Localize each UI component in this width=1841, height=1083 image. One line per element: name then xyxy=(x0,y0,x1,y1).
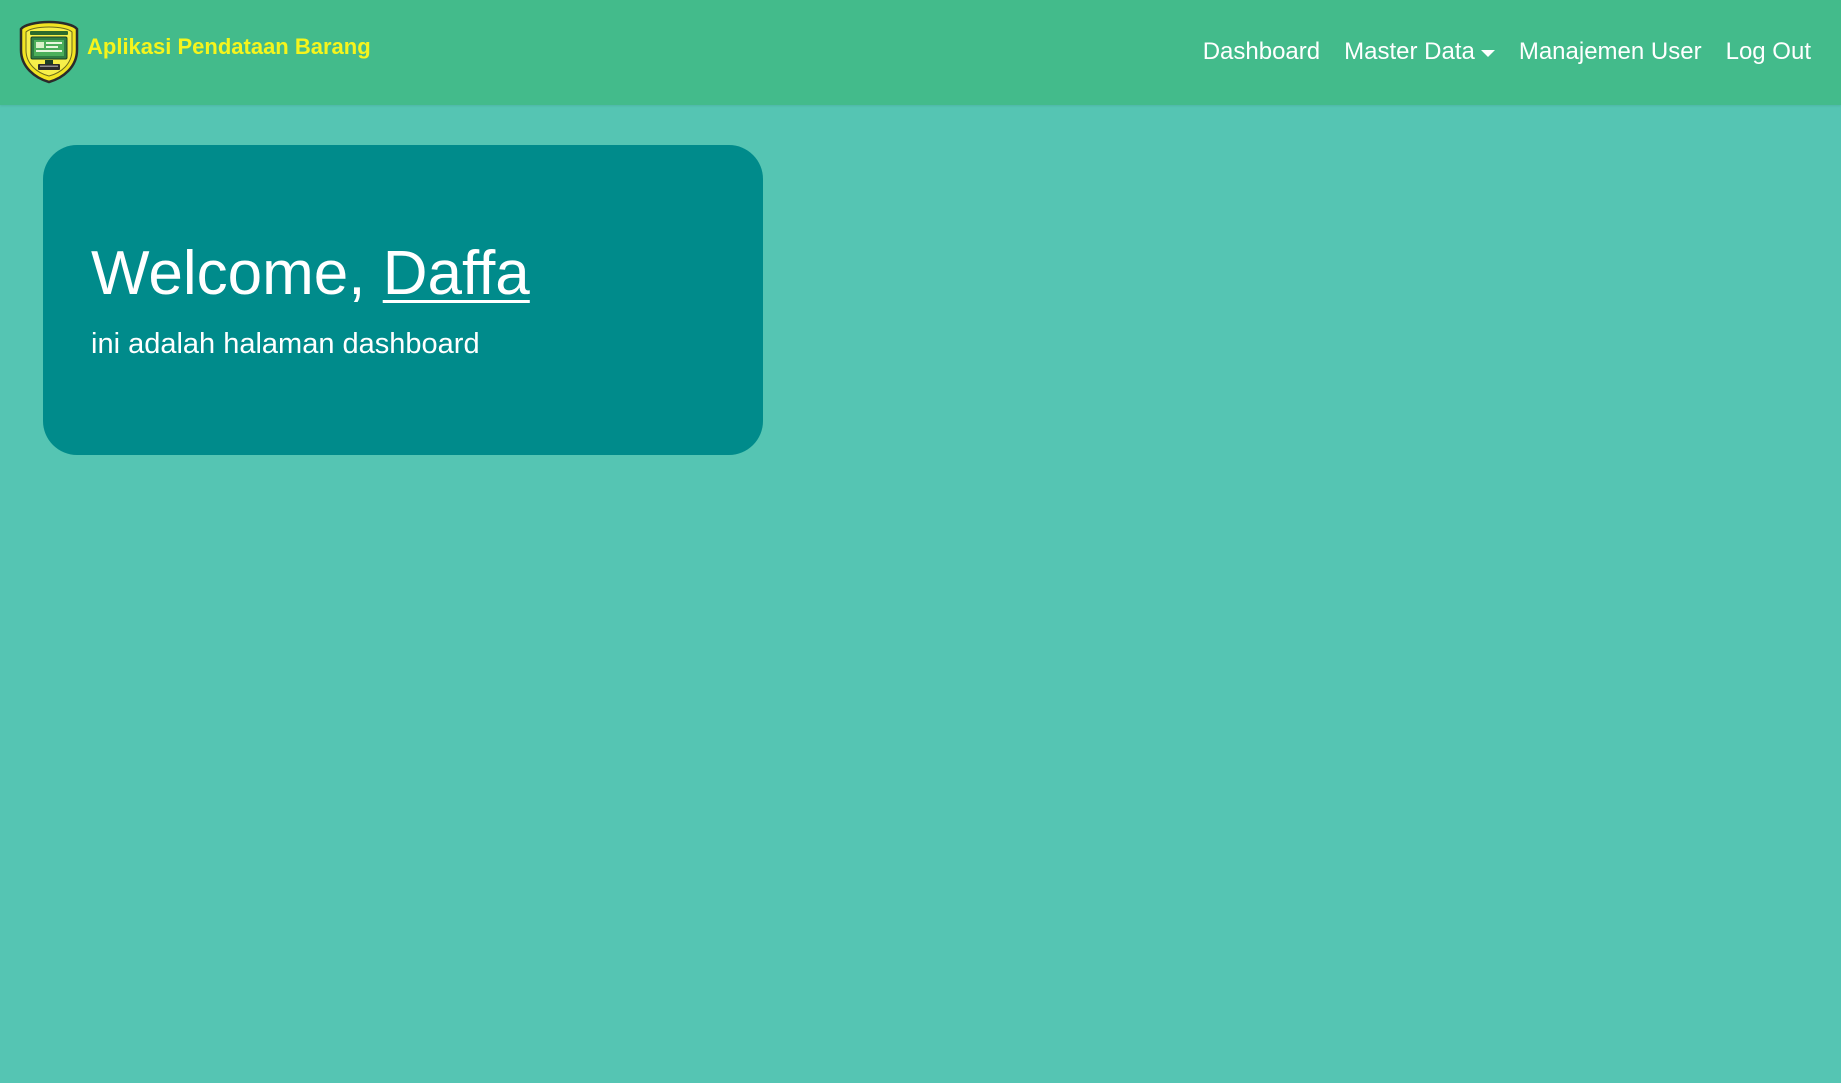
nav-dashboard[interactable]: Dashboard xyxy=(1191,38,1332,66)
welcome-card: Welcome, Daffa ini adalah halaman dashbo… xyxy=(43,145,763,455)
nav-master-data-dropdown[interactable]: Master Data xyxy=(1332,38,1507,66)
welcome-subtitle: ini adalah halaman dashboard xyxy=(91,328,480,360)
welcome-heading: Welcome, Daffa xyxy=(91,239,530,308)
nav-manajemen-user[interactable]: Manajemen User xyxy=(1507,38,1714,66)
nav-master-data-label: Master Data xyxy=(1344,38,1475,65)
welcome-user-name[interactable]: Daffa xyxy=(383,239,530,308)
app-title: Aplikasi Pendataan Barang xyxy=(87,34,371,59)
main-nav: Dashboard Master Data Manajemen User Log… xyxy=(1191,0,1823,104)
nav-log-out[interactable]: Log Out xyxy=(1714,38,1823,66)
caret-down-icon xyxy=(1480,49,1495,57)
brand-link[interactable]: Aplikasi Pendataan Barang xyxy=(18,20,371,84)
welcome-greeting: Welcome, xyxy=(91,239,383,308)
top-navbar: Aplikasi Pendataan Barang Dashboard Mast… xyxy=(0,0,1841,105)
shield-emblem-icon xyxy=(19,20,79,84)
